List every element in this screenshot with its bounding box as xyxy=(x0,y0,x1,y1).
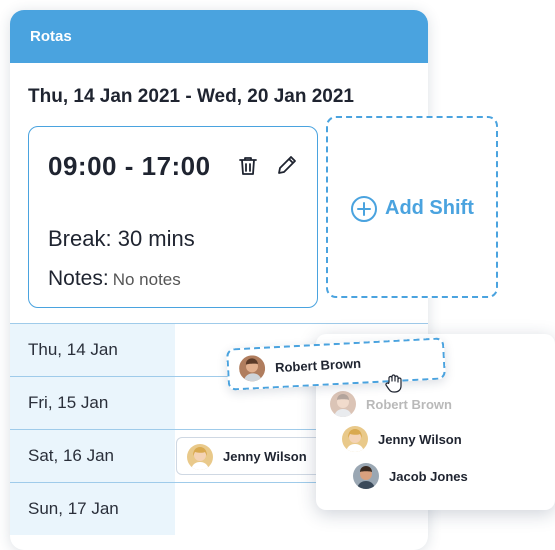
grab-cursor-icon xyxy=(385,374,402,393)
break-info: Break: 30 mins xyxy=(48,226,195,252)
notes-label: Notes: xyxy=(48,267,109,290)
day-label: Thu, 14 Jan xyxy=(10,324,175,376)
avatar xyxy=(342,426,368,452)
staff-option[interactable]: Jacob Jones xyxy=(316,458,555,494)
staff-name: Jenny Wilson xyxy=(223,449,307,464)
shift-time: 09:00 - 17:00 xyxy=(48,151,211,181)
avatar xyxy=(330,391,356,417)
avatar xyxy=(353,463,379,489)
notes-value: No notes xyxy=(112,270,181,289)
date-range: Thu, 14 Jan 2021 - Wed, 20 Jan 2021 xyxy=(28,86,354,107)
day-label: Sat, 16 Jan xyxy=(10,430,175,482)
day-label: Fri, 15 Jan xyxy=(10,377,175,429)
trash-icon[interactable] xyxy=(236,154,260,178)
break-value: 30 mins xyxy=(117,226,195,251)
staff-name: Robert Brown xyxy=(274,355,362,376)
add-shift-button[interactable]: Add Shift xyxy=(326,116,498,298)
break-label: Break: xyxy=(48,226,112,251)
avatar xyxy=(187,444,213,470)
panel-title: Rotas xyxy=(10,10,428,63)
plus-circle-icon xyxy=(351,196,377,222)
staff-option[interactable]: Jenny Wilson xyxy=(316,421,555,457)
avatar xyxy=(238,354,266,383)
notes-info: Notes: No notes xyxy=(48,267,181,291)
add-shift-label: Add Shift xyxy=(385,197,474,219)
day-label: Sun, 17 Jan xyxy=(10,483,175,535)
pencil-icon[interactable] xyxy=(275,153,299,177)
staff-option[interactable]: Robert Brown xyxy=(316,386,555,422)
staff-name: Jenny Wilson xyxy=(378,432,462,447)
shift-card[interactable]: 09:00 - 17:00 Break: 30 mins Notes: No no… xyxy=(28,126,318,308)
staff-name: Jacob Jones xyxy=(389,469,468,484)
assigned-staff-chip[interactable]: Jenny Wilson xyxy=(176,437,326,475)
staff-name: Robert Brown xyxy=(366,397,452,412)
